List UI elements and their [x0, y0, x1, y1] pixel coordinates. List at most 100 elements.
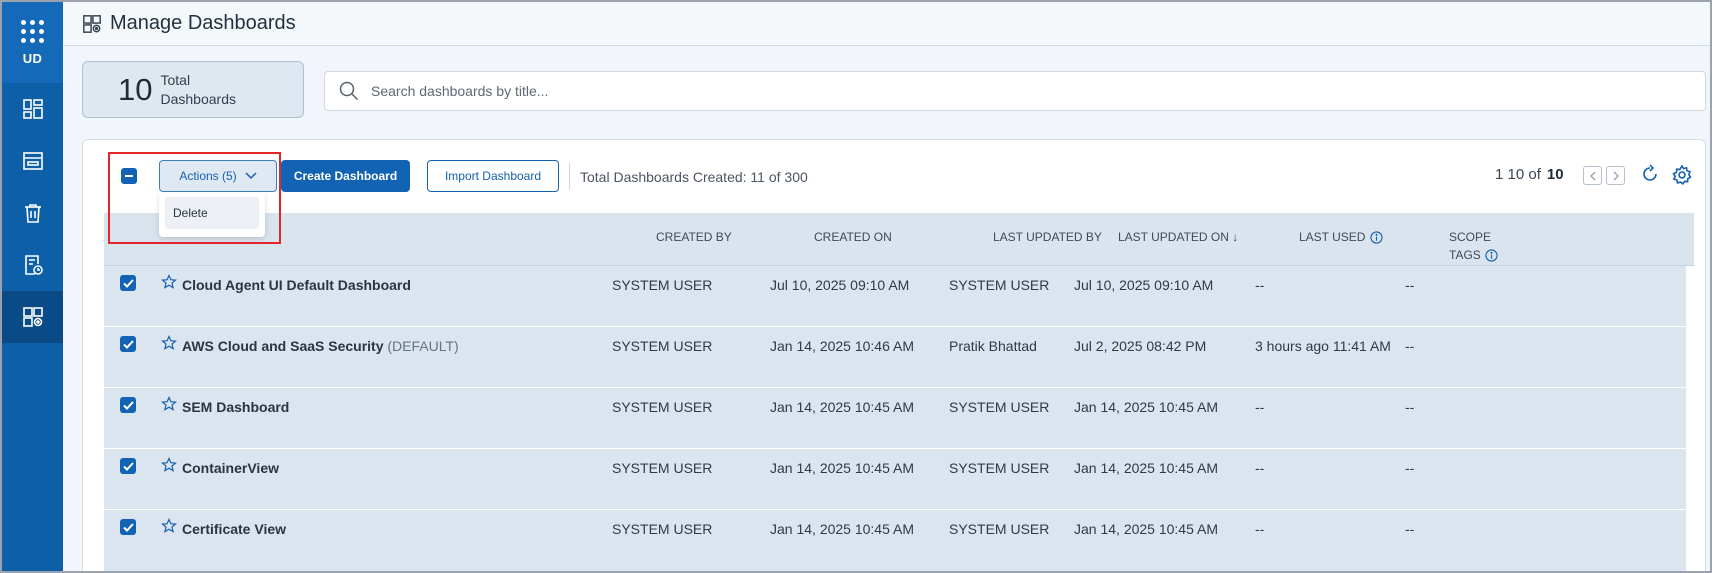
cell-last-updated-by: SYSTEM USER — [949, 460, 1050, 476]
info-icon[interactable] — [1370, 230, 1384, 244]
check-icon — [122, 522, 134, 532]
pager-total: 10 — [1546, 166, 1564, 183]
table-row[interactable]: AWS Cloud and SaaS Security (DEFAULT) SY… — [104, 327, 1686, 388]
dashboard-grid-icon — [22, 99, 43, 119]
check-icon — [122, 400, 134, 410]
cell-last-updated-by: SYSTEM USER — [949, 521, 1050, 537]
dashboard-name: AWS Cloud and SaaS Security — [182, 338, 384, 354]
dashboard-title[interactable]: ContainerView — [182, 460, 279, 476]
dashboards-panel: Actions (5) Create Dashboard Import Dash… — [82, 139, 1706, 573]
widget-panel-icon — [22, 152, 43, 170]
import-dashboard-button[interactable]: Import Dashboard — [427, 160, 559, 192]
cell-created-by: SYSTEM USER — [612, 521, 713, 537]
default-tag: (DEFAULT) — [387, 338, 459, 354]
chevron-left-icon — [1589, 171, 1595, 180]
cell-created-on: Jan 14, 2025 10:45 AM — [770, 399, 914, 415]
cell-created-on: Jan 14, 2025 10:45 AM — [770, 521, 914, 537]
manage-dashboards-icon — [83, 14, 101, 33]
app-label: UD — [22, 50, 43, 66]
cell-created-by: SYSTEM USER — [612, 460, 713, 476]
col-scope-tags[interactable]: SCOPE TAGS — [1449, 228, 1498, 264]
rail-item-reports[interactable] — [2, 239, 63, 291]
favorite-star-icon[interactable] — [161, 518, 177, 534]
table-row[interactable]: SEM Dashboard SYSTEM USER Jan 14, 2025 1… — [104, 388, 1686, 449]
next-page-button[interactable] — [1606, 166, 1625, 185]
table-row[interactable]: Cloud Agent UI Default Dashboard SYSTEM … — [104, 266, 1686, 327]
row-checkbox[interactable] — [120, 336, 136, 352]
table-body: Cloud Agent UI Default Dashboard SYSTEM … — [104, 266, 1694, 573]
cell-scope-tags: -- — [1405, 399, 1415, 415]
prev-page-button[interactable] — [1583, 166, 1602, 185]
col-scope-tags-line2: TAGS — [1449, 248, 1481, 262]
dashboard-name: ContainerView — [182, 460, 279, 476]
favorite-star-icon[interactable] — [161, 457, 177, 473]
favorite-star-icon[interactable] — [161, 396, 177, 412]
cell-last-used: -- — [1255, 460, 1265, 476]
col-last-updated-by[interactable]: LAST UPDATED BY — [993, 228, 1102, 246]
cell-last-updated-by: Pratik Bhattad — [949, 338, 1037, 354]
col-scope-tags-line1: SCOPE — [1449, 230, 1492, 244]
cell-last-updated-on: Jul 2, 2025 08:42 PM — [1074, 338, 1207, 354]
search-input[interactable] — [371, 83, 971, 99]
dashboard-title[interactable]: Certificate View — [182, 521, 286, 537]
pager-range: 1 10 of — [1495, 166, 1541, 183]
row-checkbox[interactable] — [120, 397, 136, 413]
cell-last-used: 3 hours ago 11:41 AM — [1255, 338, 1391, 354]
col-last-used[interactable]: LAST USED — [1299, 228, 1384, 246]
app-switcher-button[interactable]: UD — [2, 2, 63, 83]
rail-item-dashboards[interactable] — [2, 83, 63, 135]
cell-last-updated-on: Jan 14, 2025 10:45 AM — [1074, 399, 1218, 415]
total-dashboards-card: 10 Total Dashboards — [82, 61, 304, 118]
rail-item-manage-dashboards[interactable] — [2, 291, 63, 343]
check-icon — [122, 339, 134, 349]
search-bar — [324, 71, 1706, 111]
table-row[interactable]: ContainerView SYSTEM USER Jan 14, 2025 1… — [104, 449, 1686, 510]
dashboard-name: SEM Dashboard — [182, 399, 290, 415]
apps-grid-icon — [21, 19, 44, 43]
favorite-star-icon[interactable] — [161, 335, 177, 351]
cell-scope-tags: -- — [1405, 521, 1415, 537]
col-last-updated-on[interactable]: LAST UPDATED ON ↓ — [1118, 228, 1238, 246]
cell-scope-tags: -- — [1405, 460, 1415, 476]
search-icon — [339, 81, 359, 101]
row-checkbox[interactable] — [120, 519, 136, 535]
table-header: CREATED BY CREATED ON LAST UPDATED BY LA… — [104, 213, 1694, 266]
dashboard-title[interactable]: SEM Dashboard — [182, 399, 289, 415]
toolbar: Actions (5) Create Dashboard Import Dash… — [83, 140, 1705, 237]
cell-created-by: SYSTEM USER — [612, 277, 713, 293]
dashboard-title[interactable]: Cloud Agent UI Default Dashboard — [182, 277, 411, 293]
row-checkbox[interactable] — [120, 275, 136, 291]
col-created-on[interactable]: CREATED ON — [814, 228, 892, 246]
dashboard-title[interactable]: AWS Cloud and SaaS Security (DEFAULT) — [182, 338, 459, 354]
dashboard-name: Certificate View — [182, 521, 287, 537]
cell-last-updated-on: Jan 14, 2025 10:45 AM — [1074, 460, 1218, 476]
gear-icon[interactable] — [1671, 164, 1693, 186]
page-title: Manage Dashboards — [110, 12, 296, 34]
total-dashboards-label: Total Dashboards — [160, 71, 236, 107]
info-icon[interactable] — [1485, 248, 1498, 262]
cell-last-updated-on: Jan 14, 2025 10:45 AM — [1074, 521, 1218, 537]
check-icon — [122, 278, 134, 288]
cell-last-used: -- — [1255, 521, 1265, 537]
create-dashboard-button[interactable]: Create Dashboard — [281, 160, 410, 192]
col-created-by[interactable]: CREATED BY — [656, 228, 732, 246]
page-header: Manage Dashboards — [63, 2, 1710, 46]
total-dashboards-count: 10 — [118, 71, 153, 107]
table-row[interactable]: Certificate View SYSTEM USER Jan 14, 202… — [104, 510, 1686, 573]
cell-last-updated-on: Jul 10, 2025 09:10 AM — [1074, 277, 1214, 293]
annotation-highlight-box — [108, 152, 281, 244]
cell-created-on: Jan 14, 2025 10:46 AM — [770, 338, 914, 354]
row-checkbox[interactable] — [120, 458, 136, 474]
toolbar-divider — [569, 163, 570, 190]
dashboard-name: Cloud Agent UI Default Dashboard — [182, 277, 411, 293]
cell-last-used: -- — [1255, 399, 1265, 415]
refresh-icon[interactable] — [1640, 164, 1660, 184]
col-scope-tags-line2-wrap: TAGS — [1449, 246, 1498, 264]
rail-item-widgets[interactable] — [2, 135, 63, 187]
left-rail: UD — [2, 2, 63, 571]
favorite-star-icon[interactable] — [161, 274, 177, 290]
rail-item-trash[interactable] — [2, 187, 63, 239]
col-last-used-label: LAST USED — [1299, 230, 1366, 244]
cell-scope-tags: -- — [1405, 338, 1415, 354]
cell-created-on: Jul 10, 2025 09:10 AM — [770, 277, 910, 293]
